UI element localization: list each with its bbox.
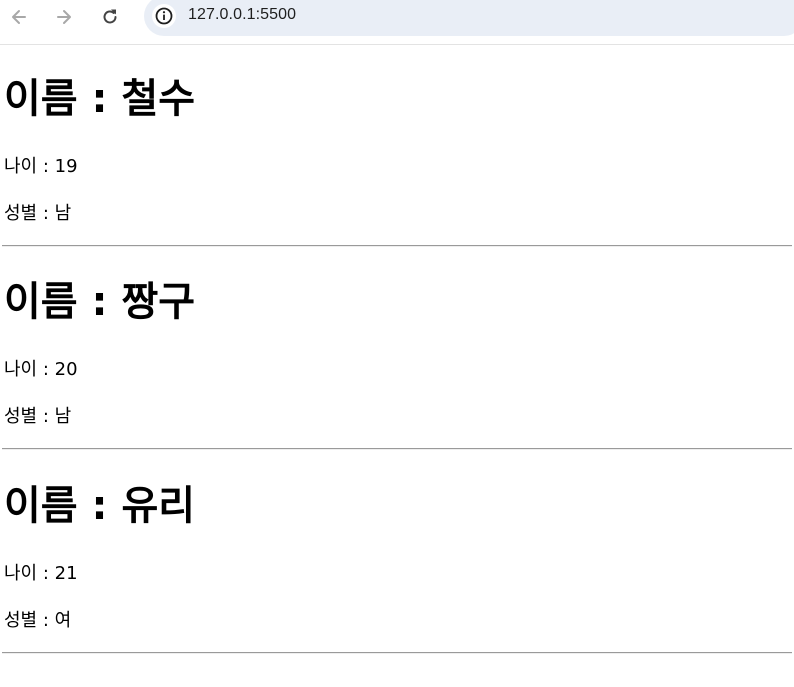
info-icon[interactable] bbox=[152, 4, 176, 28]
person-name-heading: 이름 : 철수 bbox=[4, 76, 196, 122]
person-gender: 성별 : 여 bbox=[4, 610, 72, 631]
person-gender: 성별 : 남 bbox=[4, 406, 72, 427]
browser-toolbar: 127.0.0.1:5500 bbox=[0, 0, 794, 45]
person-card: 이름 : 유리 나이 : 21 성별 : 여 bbox=[0, 452, 794, 656]
person-age: 나이 : 21 bbox=[4, 563, 78, 584]
person-age: 나이 : 19 bbox=[4, 156, 78, 177]
person-gender: 성별 : 남 bbox=[4, 203, 72, 224]
divider bbox=[2, 652, 792, 654]
person-age: 나이 : 20 bbox=[4, 359, 78, 380]
address-bar[interactable]: 127.0.0.1:5500 bbox=[144, 0, 794, 36]
person-card: 이름 : 짱구 나이 : 20 성별 : 남 bbox=[0, 248, 794, 452]
url-text: 127.0.0.1:5500 bbox=[188, 6, 297, 23]
divider bbox=[2, 245, 792, 247]
reload-icon bbox=[103, 9, 117, 24]
person-name-heading: 이름 : 유리 bbox=[4, 483, 196, 529]
forward-button[interactable] bbox=[49, 2, 79, 32]
person-name-heading: 이름 : 짱구 bbox=[4, 279, 196, 325]
info-glyph-icon bbox=[155, 7, 173, 25]
arrow-right-icon bbox=[57, 10, 71, 24]
back-button[interactable] bbox=[4, 2, 34, 32]
divider bbox=[2, 448, 792, 450]
reload-button[interactable] bbox=[95, 2, 125, 32]
arrow-left-icon bbox=[12, 10, 26, 24]
person-card: 이름 : 철수 나이 : 19 성별 : 남 bbox=[0, 45, 794, 249]
